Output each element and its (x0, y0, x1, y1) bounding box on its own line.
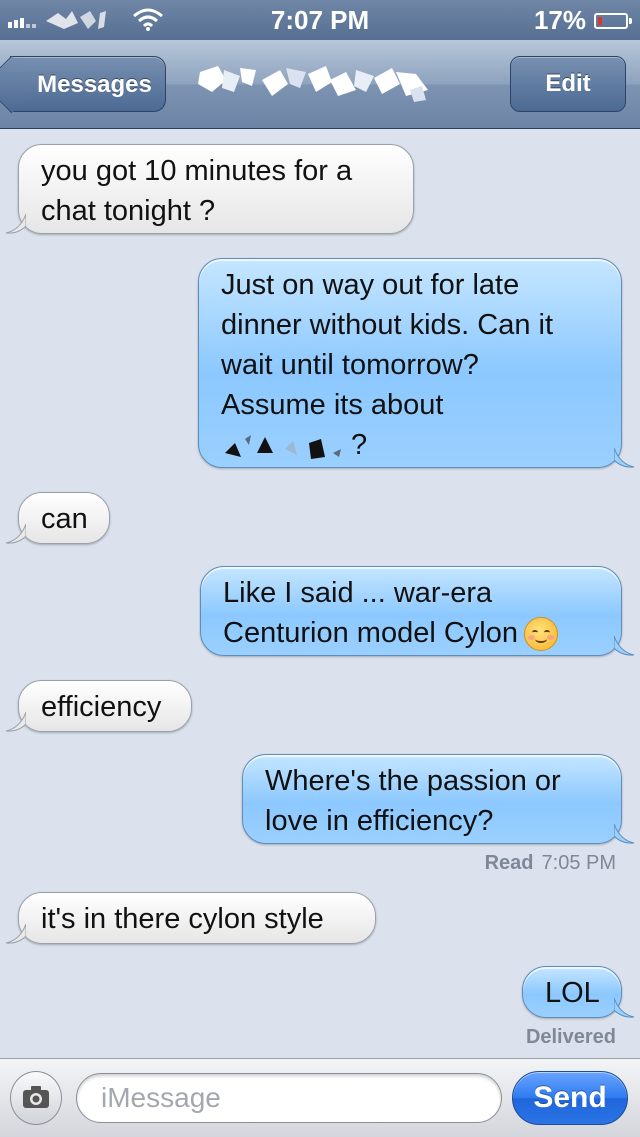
camera-button[interactable] (10, 1071, 62, 1125)
message-text: can (41, 503, 88, 535)
message-text: you got 10 minutes for a chat tonight ? (41, 155, 353, 227)
battery-icon (594, 12, 632, 29)
messages-back-button[interactable]: Messages (10, 56, 166, 112)
read-label: Read (484, 852, 534, 874)
read-receipt: Read 7:05 PM (485, 852, 616, 875)
message-bubble-outgoing[interactable]: Where's the passion or love in efficienc… (242, 754, 634, 844)
message-bubble-incoming[interactable]: it's in there cylon style (6, 892, 376, 944)
message-input-bar: Send (0, 1058, 640, 1137)
message-line-redacted: ? (221, 425, 599, 465)
navigation-bar: Messages Edit (0, 40, 640, 129)
camera-icon (23, 1086, 49, 1108)
battery-level (598, 16, 602, 25)
message-bubble-incoming[interactable]: efficiency (6, 680, 192, 732)
read-time: 7:05 PM (541, 852, 616, 874)
delivered-receipt: Delivered (525, 1026, 616, 1048)
smiling-face-icon (523, 617, 558, 652)
message-bubble-outgoing[interactable]: Like I said ... war-era Centurion model … (200, 566, 634, 656)
contact-name-redacted (198, 66, 428, 102)
status-right: 17% (533, 5, 632, 36)
message-bubble-incoming[interactable]: can (6, 492, 110, 544)
message-text: it's in there cylon style (41, 903, 324, 935)
message-text: Just on way out for late dinner without … (221, 269, 554, 421)
message-bubble-outgoing[interactable]: Just on way out for late dinner without … (198, 258, 634, 468)
message-text: Where's the passion or love in efficienc… (265, 765, 561, 837)
message-text: efficiency (41, 691, 162, 723)
message-bubble-incoming[interactable]: you got 10 minutes for a chat tonight ? (6, 144, 414, 234)
message-bubble-outgoing[interactable]: LOL (522, 966, 634, 1018)
message-text: LOL (545, 977, 600, 1009)
redacted-word-icon (225, 435, 341, 460)
imessage-input[interactable] (76, 1073, 502, 1123)
status-bar: 7:07 PM 17% (0, 0, 640, 40)
battery-percent: 17% (533, 5, 586, 35)
message-text: Like I said ... war-era Centurion model … (223, 577, 518, 649)
message-suffix: ? (351, 429, 368, 461)
edit-button[interactable]: Edit (510, 56, 626, 112)
send-button[interactable]: Send (512, 1071, 628, 1125)
